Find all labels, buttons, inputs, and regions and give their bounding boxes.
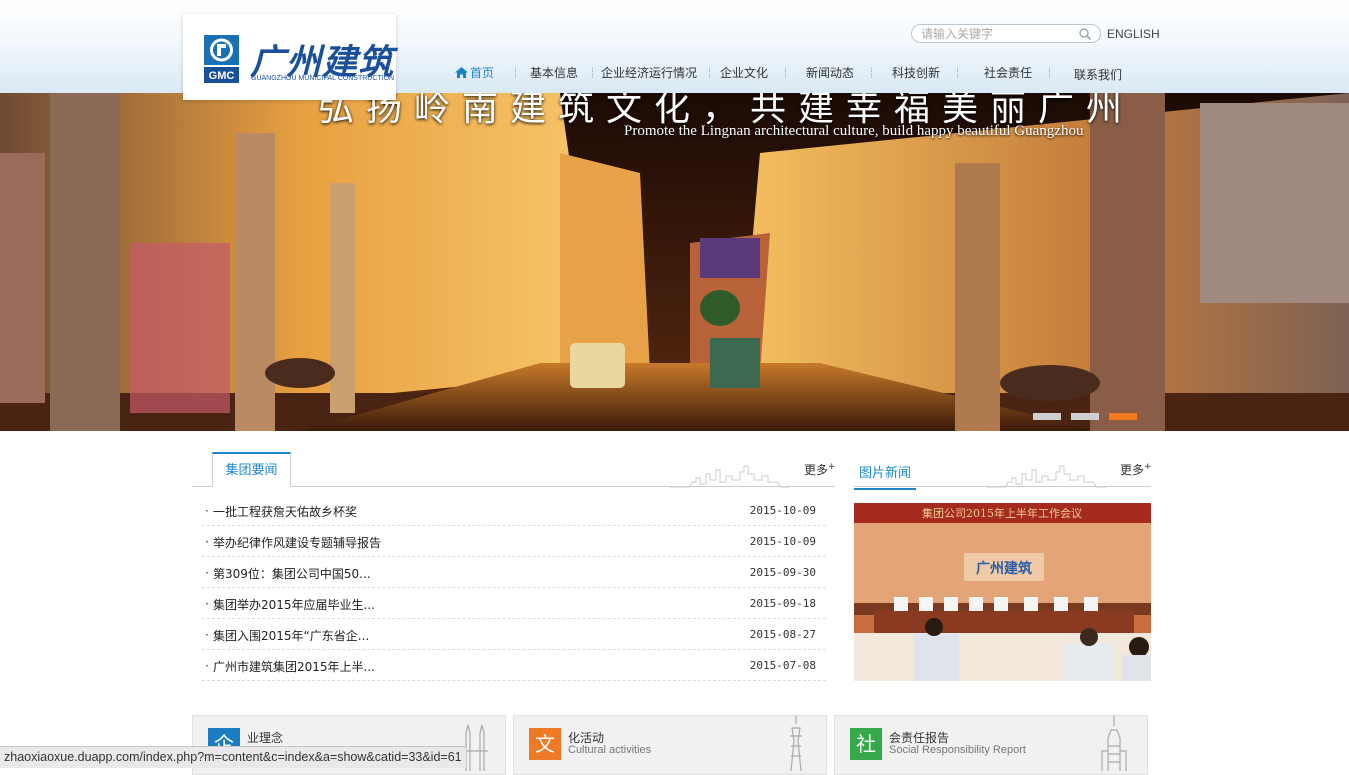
search-icon[interactable] [1078, 27, 1092, 41]
news-title-link[interactable]: 一批工程获詹天佑故乡杯奖 [213, 503, 357, 520]
site-header: GMC 广州建筑 GUANGZHOU MUNICIPAL CONSTRUCTIO… [0, 0, 1349, 100]
gmc-logo-icon: GMC [204, 35, 239, 83]
news-more-link[interactable]: 更多+ [804, 461, 836, 478]
list-item[interactable]: · 集团入围2015年“广东省企... 2015-08-27 [202, 619, 826, 650]
hero-banner[interactable]: 弘扬岭南建筑文化，共建幸福美丽广州 Promote the Lingnan ar… [0, 93, 1349, 431]
bullet-icon: · [205, 535, 209, 549]
culture-icon: 文 [529, 728, 561, 760]
nav-home[interactable]: 首页 [455, 64, 494, 81]
list-item[interactable]: · 第309位：集团公司中国50... 2015-09-30 [202, 557, 826, 588]
photo-more-label: 更多 [1120, 463, 1145, 477]
nav-contact[interactable]: 联系我们 [1074, 66, 1122, 83]
photo-more-link[interactable]: 更多+ [1120, 461, 1152, 478]
card-cultural-activities[interactable]: 文 化活动 Cultural activities [513, 715, 827, 775]
news-title-link[interactable]: 集团举办2015年应届毕业生... [213, 596, 375, 613]
news-title-link[interactable]: 集团入围2015年“广东省企... [213, 627, 369, 644]
news-date: 2015-08-27 [749, 628, 816, 641]
news-title-link[interactable]: 广州市建筑集团2015年上半... [213, 658, 375, 675]
nav-home-label: 首页 [470, 66, 495, 80]
list-item[interactable]: · 举办纪律作风建设专题辅导报告 2015-10-09 [202, 526, 826, 557]
nav-separator [709, 67, 710, 78]
photo-news-image[interactable]: 集团公司2015年上半年工作会议 广州建筑 [854, 503, 1151, 681]
banner-street-image [0, 93, 1349, 431]
list-item[interactable]: · 一批工程获詹天佑故乡杯奖 2015-10-09 [202, 495, 826, 526]
nav-separator [957, 67, 958, 78]
group-news-panel: 集团要闻 更多+ · 一批工程获詹天佑故乡杯奖 2015-10-09 · 举办纪律作风… [192, 452, 836, 684]
banner-slogan-en: Promote the Lingnan architectural cultur… [624, 123, 1084, 139]
photo-news-panel: 图片新闻 更多+ 集团公司2015年上半年工作会议 广州建筑 [854, 452, 1152, 684]
card-social-responsibility[interactable]: 社 会责任报告 Social Responsibility Report [834, 715, 1148, 775]
list-item[interactable]: · 广州市建筑集团2015年上半... 2015-07-08 [202, 650, 826, 681]
news-date: 2015-07-08 [749, 659, 816, 672]
slide-dot-2[interactable] [1071, 413, 1099, 420]
tab-photo-news[interactable]: 图片新闻 [854, 462, 917, 490]
bullet-icon: · [205, 597, 209, 611]
card-title: 业理念 [247, 731, 284, 745]
english-link[interactable]: ENGLISH [1107, 27, 1160, 41]
svg-text:广州建筑: 广州建筑 [976, 560, 1032, 577]
nav-social-responsibility[interactable]: 社会责任 [984, 64, 1032, 81]
logo-english-text: GUANGZHOU MUNICIPAL CONSTRUCTION [251, 75, 395, 82]
canton-tower-icon [790, 716, 802, 771]
card-subtitle: Social Responsibility Report [889, 744, 1026, 756]
bullet-icon: · [205, 659, 209, 673]
news-date: 2015-10-09 [749, 535, 816, 548]
news-list: · 一批工程获詹天佑故乡杯奖 2015-10-09 · 举办纪律作风建设专题辅导报告 2… [202, 495, 826, 681]
news-date: 2015-09-18 [749, 597, 816, 610]
nav-separator [515, 67, 516, 78]
list-item[interactable]: · 集团举办2015年应届毕业生... 2015-09-18 [202, 588, 826, 619]
bullet-icon: · [205, 566, 209, 580]
skyline-decoration [986, 465, 1106, 488]
news-date: 2015-09-30 [749, 566, 816, 579]
nav-basic-info[interactable]: 基本信息 [530, 64, 578, 81]
nav-separator [871, 67, 872, 78]
nav-economic-status[interactable]: 企业经济运行情况 [601, 64, 697, 81]
search-input[interactable] [921, 25, 1071, 42]
nav-culture[interactable]: 企业文化 [720, 64, 768, 81]
bullet-icon: · [205, 504, 209, 518]
nav-innovation[interactable]: 科技创新 [892, 64, 940, 81]
skyscraper-icon [1101, 716, 1127, 771]
search-box [911, 24, 1101, 43]
society-icon: 社 [850, 728, 882, 760]
news-more-label: 更多 [804, 463, 829, 477]
news-title-link[interactable]: 举办纪律作风建设专题辅导报告 [213, 534, 381, 551]
tab-group-news[interactable]: 集团要闻 [212, 452, 291, 487]
nav-news[interactable]: 新闻动态 [806, 64, 854, 81]
bullet-icon: · [205, 628, 209, 642]
slide-dot-1[interactable] [1033, 413, 1061, 420]
site-logo[interactable]: GMC 广州建筑 GUANGZHOU MUNICIPAL CONSTRUCTIO… [183, 14, 396, 100]
news-date: 2015-10-09 [749, 504, 816, 517]
card-subtitle: Cultural activities [568, 744, 652, 756]
nav-separator [785, 67, 786, 78]
svg-text:集团公司2015年上半年工作会议: 集团公司2015年上半年工作会议 [922, 506, 1082, 520]
svg-text:GMC: GMC [209, 70, 235, 82]
slide-dot-3[interactable] [1109, 413, 1137, 420]
skyline-decoration [670, 465, 790, 488]
news-title-link[interactable]: 第309位：集团公司中国50... [213, 565, 371, 582]
nav-separator [592, 67, 593, 78]
meeting-photo: 集团公司2015年上半年工作会议 广州建筑 [854, 503, 1151, 681]
home-icon [455, 67, 468, 78]
browser-status-url: zhaoxiaoxue.duapp.com/index.php?m=conten… [0, 746, 467, 768]
nav-separator [1049, 67, 1050, 78]
